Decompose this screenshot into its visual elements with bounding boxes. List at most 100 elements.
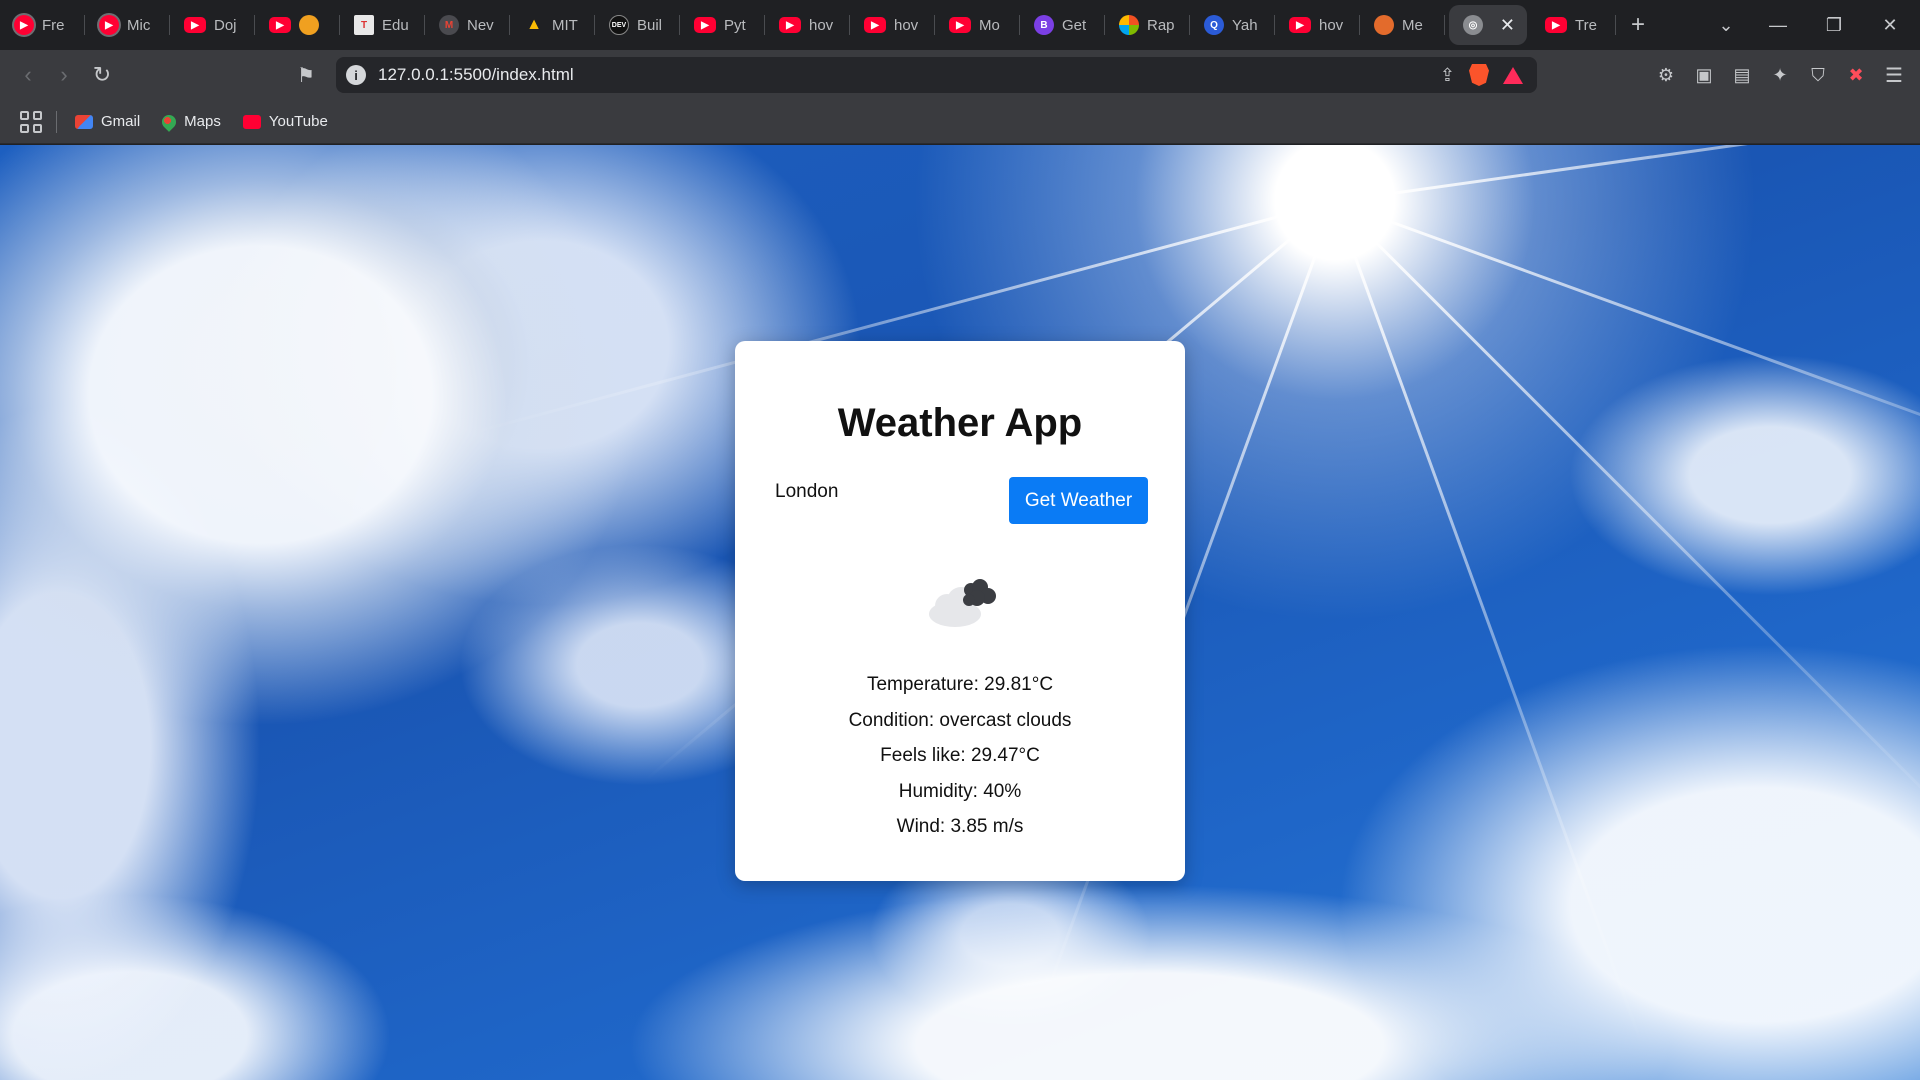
browser-toolbar: ‹ › ↻ ⚑ i 127.0.0.1:5500/index.html ⇪ ⚙ … xyxy=(0,50,1920,100)
youtube-icon: ▶ xyxy=(1289,17,1311,33)
youtube-icon: ▶ xyxy=(269,17,291,33)
tab[interactable]: ▶ hov xyxy=(850,0,935,50)
meme-icon xyxy=(1374,15,1394,35)
tab[interactable]: ▶ hov xyxy=(1275,0,1360,50)
bookmark-maps[interactable]: Maps xyxy=(159,111,221,132)
tab[interactable]: ▶ hov xyxy=(765,0,850,50)
apps-grid-icon[interactable] xyxy=(20,110,42,133)
youtube-icon: ▶ xyxy=(99,15,119,35)
bookmark-gmail[interactable]: Gmail xyxy=(75,113,140,130)
app-title: Weather App xyxy=(837,401,1083,445)
city-input[interactable] xyxy=(775,474,995,510)
youtube-icon xyxy=(242,114,261,129)
bookmark-label: Maps xyxy=(184,113,221,130)
tab[interactable]: ▶ Mo xyxy=(935,0,1020,50)
maps-icon xyxy=(159,111,180,132)
leo-ai-icon[interactable]: ✦ xyxy=(1762,57,1798,93)
globe-icon: ◎ xyxy=(1463,15,1483,35)
gmail-icon: M xyxy=(439,15,459,35)
close-window-icon[interactable]: ✕ xyxy=(1862,0,1918,50)
feels-like-text: Feels like: 29.47°C xyxy=(880,745,1040,766)
condition-text: Condition: overcast clouds xyxy=(848,709,1072,731)
brave-rewards-icon[interactable] xyxy=(1503,66,1523,84)
tab-title: Buil xyxy=(637,16,663,34)
tab[interactable]: ▶ xyxy=(255,0,340,50)
forward-icon[interactable]: › xyxy=(46,57,82,93)
sun-ray xyxy=(1334,145,1920,203)
gmail-icon xyxy=(75,114,93,129)
reload-icon[interactable]: ↻ xyxy=(84,57,120,93)
weather-card: Weather App Get Weather Temperature: 29.… xyxy=(735,341,1185,881)
youtube-icon: ▶ xyxy=(694,17,716,33)
tab-title: Yah xyxy=(1232,16,1258,34)
bookmarks-divider xyxy=(56,110,57,133)
share-icon[interactable]: ⇪ xyxy=(1440,65,1455,86)
get-weather-button[interactable]: Get Weather xyxy=(1009,477,1148,524)
tab[interactable]: M Nev xyxy=(425,0,510,50)
dev-icon: DEV xyxy=(609,15,629,35)
address-bar[interactable]: i 127.0.0.1:5500/index.html ⇪ xyxy=(336,57,1537,93)
tab-title: Edu xyxy=(382,16,409,34)
tab[interactable]: ▶ Doj xyxy=(170,0,255,50)
address-url[interactable]: 127.0.0.1:5500/index.html xyxy=(378,65,1440,85)
coin-icon xyxy=(299,15,319,35)
tab-title: Rap xyxy=(1147,16,1175,34)
tab-title: hov xyxy=(894,16,919,34)
tab[interactable]: DEV Buil xyxy=(595,0,680,50)
tab[interactable]: ▶ Fre xyxy=(0,0,85,50)
tab[interactable]: Rap xyxy=(1105,0,1190,50)
sidebar-icon[interactable]: ▣ xyxy=(1686,57,1722,93)
weather-info: Temperature: 29.81°C Condition: overcast… xyxy=(735,667,1185,845)
close-tab-icon[interactable]: ✕ xyxy=(1500,15,1515,36)
drive-icon: ▲ xyxy=(526,16,542,33)
address-bar-actions: ⇪ xyxy=(1440,64,1523,86)
page-viewport: Weather App Get Weather Temperature: 29.… xyxy=(0,145,1920,1080)
tab[interactable]: ▲ MIT xyxy=(510,0,595,50)
tab-title: Fre xyxy=(42,16,65,34)
youtube-icon: ▶ xyxy=(1545,17,1567,33)
sun-ray xyxy=(1333,200,1920,839)
humidity-text: Humidity: 40% xyxy=(898,780,1022,802)
tab-title: Get xyxy=(1062,16,1087,34)
bookmark-youtube[interactable]: YouTube xyxy=(242,113,328,130)
sun-ray xyxy=(1333,200,1645,1048)
tab-title: Doj xyxy=(214,16,237,34)
youtube-icon: ▶ xyxy=(14,15,34,35)
microsoft-icon xyxy=(1119,15,1139,35)
tab-title: Nev xyxy=(467,16,494,34)
tab-title: hov xyxy=(809,16,834,34)
tab-list: ▶ Fre ▶ Mic ▶ Doj ▶ T Edu M Nev ▲ MIT DEV Buil … xyxy=(0,0,1616,50)
tab[interactable]: ▶ Tre xyxy=(1531,0,1616,50)
toolbar-extensions: ⚙ ▣ ▤ ✦ ⛉ ✖ ☰ xyxy=(1648,57,1912,93)
wind-text: Wind: 3.85 m/s xyxy=(896,816,1024,837)
sun-ray xyxy=(1334,200,1920,511)
extensions-icon[interactable]: ⚙ xyxy=(1648,57,1684,93)
site-info-icon[interactable]: i xyxy=(346,65,366,85)
minimize-icon[interactable]: — xyxy=(1750,0,1806,50)
vpn-shield-icon[interactable]: ⛉ xyxy=(1800,57,1836,93)
tab-active[interactable]: ◎ ✕ xyxy=(1449,5,1527,45)
brave-shields-icon[interactable] xyxy=(1469,64,1489,86)
restore-icon[interactable]: ❐ xyxy=(1806,0,1862,50)
tab[interactable]: ▶ Mic xyxy=(85,0,170,50)
new-tab-button[interactable]: + xyxy=(1616,0,1660,50)
profile-extension-icon[interactable]: ✖ xyxy=(1838,57,1874,93)
bookmark-label: Gmail xyxy=(101,113,141,130)
tab-title: Tre xyxy=(1575,16,1597,34)
tab[interactable]: Q Yah xyxy=(1190,0,1275,50)
tab[interactable]: Me xyxy=(1360,0,1445,50)
tab[interactable]: T Edu xyxy=(340,0,425,50)
bookmark-icon[interactable]: ⚑ xyxy=(288,57,324,93)
back-icon[interactable]: ‹ xyxy=(10,57,46,93)
youtube-icon: ▶ xyxy=(949,17,971,33)
bookmark-label: YouTube xyxy=(268,113,328,130)
wallet-icon[interactable]: ▤ xyxy=(1724,57,1760,93)
tab-title: MIT xyxy=(552,16,578,34)
bookmarks-bar: Gmail Maps YouTube xyxy=(0,100,1920,144)
tab-search-chevron-icon[interactable]: ⌄ xyxy=(1698,0,1754,50)
menu-icon[interactable]: ☰ xyxy=(1876,57,1912,93)
tab[interactable]: B Get xyxy=(1020,0,1105,50)
tab-title: hov xyxy=(1319,16,1344,34)
youtube-icon: ▶ xyxy=(779,17,801,33)
tab[interactable]: ▶ Pyt xyxy=(680,0,765,50)
